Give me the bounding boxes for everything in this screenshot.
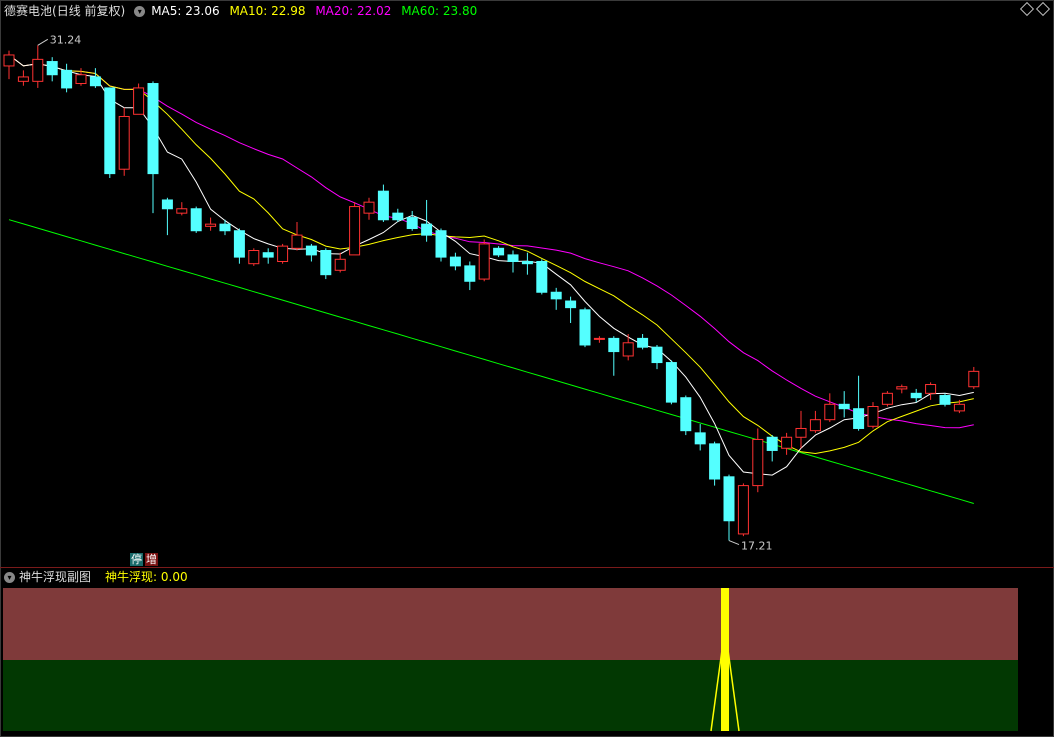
candle-up <box>349 206 361 256</box>
sub-header: ▾ 神牛浮现副图 神牛浮现: 0.00 <box>4 569 188 585</box>
candle-up <box>3 54 15 67</box>
candle-up <box>968 370 980 388</box>
candle-up <box>622 342 634 357</box>
signal-bar <box>721 588 729 731</box>
candle-down <box>435 230 447 258</box>
sub-panel-title[interactable]: 神牛浮现副图 <box>19 570 91 584</box>
candle-down <box>694 432 706 445</box>
candle-up <box>896 386 908 390</box>
candle-down <box>46 61 58 76</box>
low-label: 17.21 <box>741 540 773 553</box>
candle-up <box>363 201 375 214</box>
add-badge: 增 <box>145 553 158 566</box>
candle-up <box>32 58 44 82</box>
candle-down <box>608 337 620 353</box>
candle-down <box>550 291 562 300</box>
candle-up <box>248 250 260 265</box>
candle-up <box>334 258 346 271</box>
candle-down <box>320 250 332 276</box>
candle-down <box>521 260 533 265</box>
candle-down <box>665 362 677 403</box>
candle-up <box>593 337 605 340</box>
candle-up <box>205 223 217 227</box>
candle-up <box>291 234 303 249</box>
candle-down <box>104 87 116 175</box>
candle-down <box>838 403 850 410</box>
candle-down <box>637 337 649 348</box>
low-pointer <box>728 540 740 545</box>
candle-up <box>867 406 879 427</box>
sub-bottom-band <box>3 660 1018 731</box>
candle-up <box>795 427 807 438</box>
candle-up <box>176 208 188 214</box>
candle-down <box>406 217 418 230</box>
candle-up <box>824 403 836 421</box>
candle-up <box>75 74 87 85</box>
candle-down <box>723 476 735 522</box>
panel-divider <box>0 567 1054 568</box>
candle-up <box>925 384 937 394</box>
high-label: 31.24 <box>50 33 82 46</box>
candle-down <box>219 223 231 232</box>
candle-down <box>147 83 159 175</box>
candle-down <box>392 212 404 221</box>
candle-down <box>579 309 591 346</box>
candle-down <box>262 252 274 258</box>
candle-down <box>536 260 548 293</box>
candle-down <box>493 247 505 256</box>
candle-up <box>17 76 29 82</box>
sub-panel-value: 神牛浮现: 0.00 <box>105 570 188 584</box>
candle-up <box>881 392 893 405</box>
candle-down <box>766 436 778 451</box>
chevron-down-icon[interactable]: ▾ <box>4 572 15 583</box>
candle-down <box>565 300 577 309</box>
candle-down <box>421 223 433 236</box>
candle-down <box>853 408 865 429</box>
candle-up <box>118 115 130 170</box>
candle-down <box>709 443 721 480</box>
candle-up <box>781 436 793 449</box>
high-pointer <box>37 38 49 46</box>
candle-up <box>953 403 965 412</box>
candle-down <box>233 230 245 258</box>
candle-down <box>161 199 173 210</box>
candle-down <box>449 256 461 267</box>
candle-up <box>752 438 764 487</box>
candle-down <box>61 69 73 89</box>
candlestick-chart: 31.24 17.21 <box>3 33 1018 732</box>
candle-down <box>190 208 202 232</box>
candle-up <box>478 243 490 280</box>
stop-badge: 停 <box>130 553 143 566</box>
candle-down <box>377 190 389 221</box>
candle-up <box>737 485 749 535</box>
sub-top-band <box>3 588 1018 660</box>
candle-up <box>277 245 289 262</box>
ma60-line <box>8 219 974 504</box>
candle-down <box>910 392 922 399</box>
candle-down <box>89 76 101 87</box>
candle-up <box>809 419 821 432</box>
candle-up <box>133 87 145 115</box>
candle-down <box>507 254 519 262</box>
candle-down <box>305 245 317 256</box>
candle-down <box>651 346 663 364</box>
candle-down <box>680 397 692 432</box>
candle-down <box>464 265 476 282</box>
candle-down <box>939 395 951 405</box>
